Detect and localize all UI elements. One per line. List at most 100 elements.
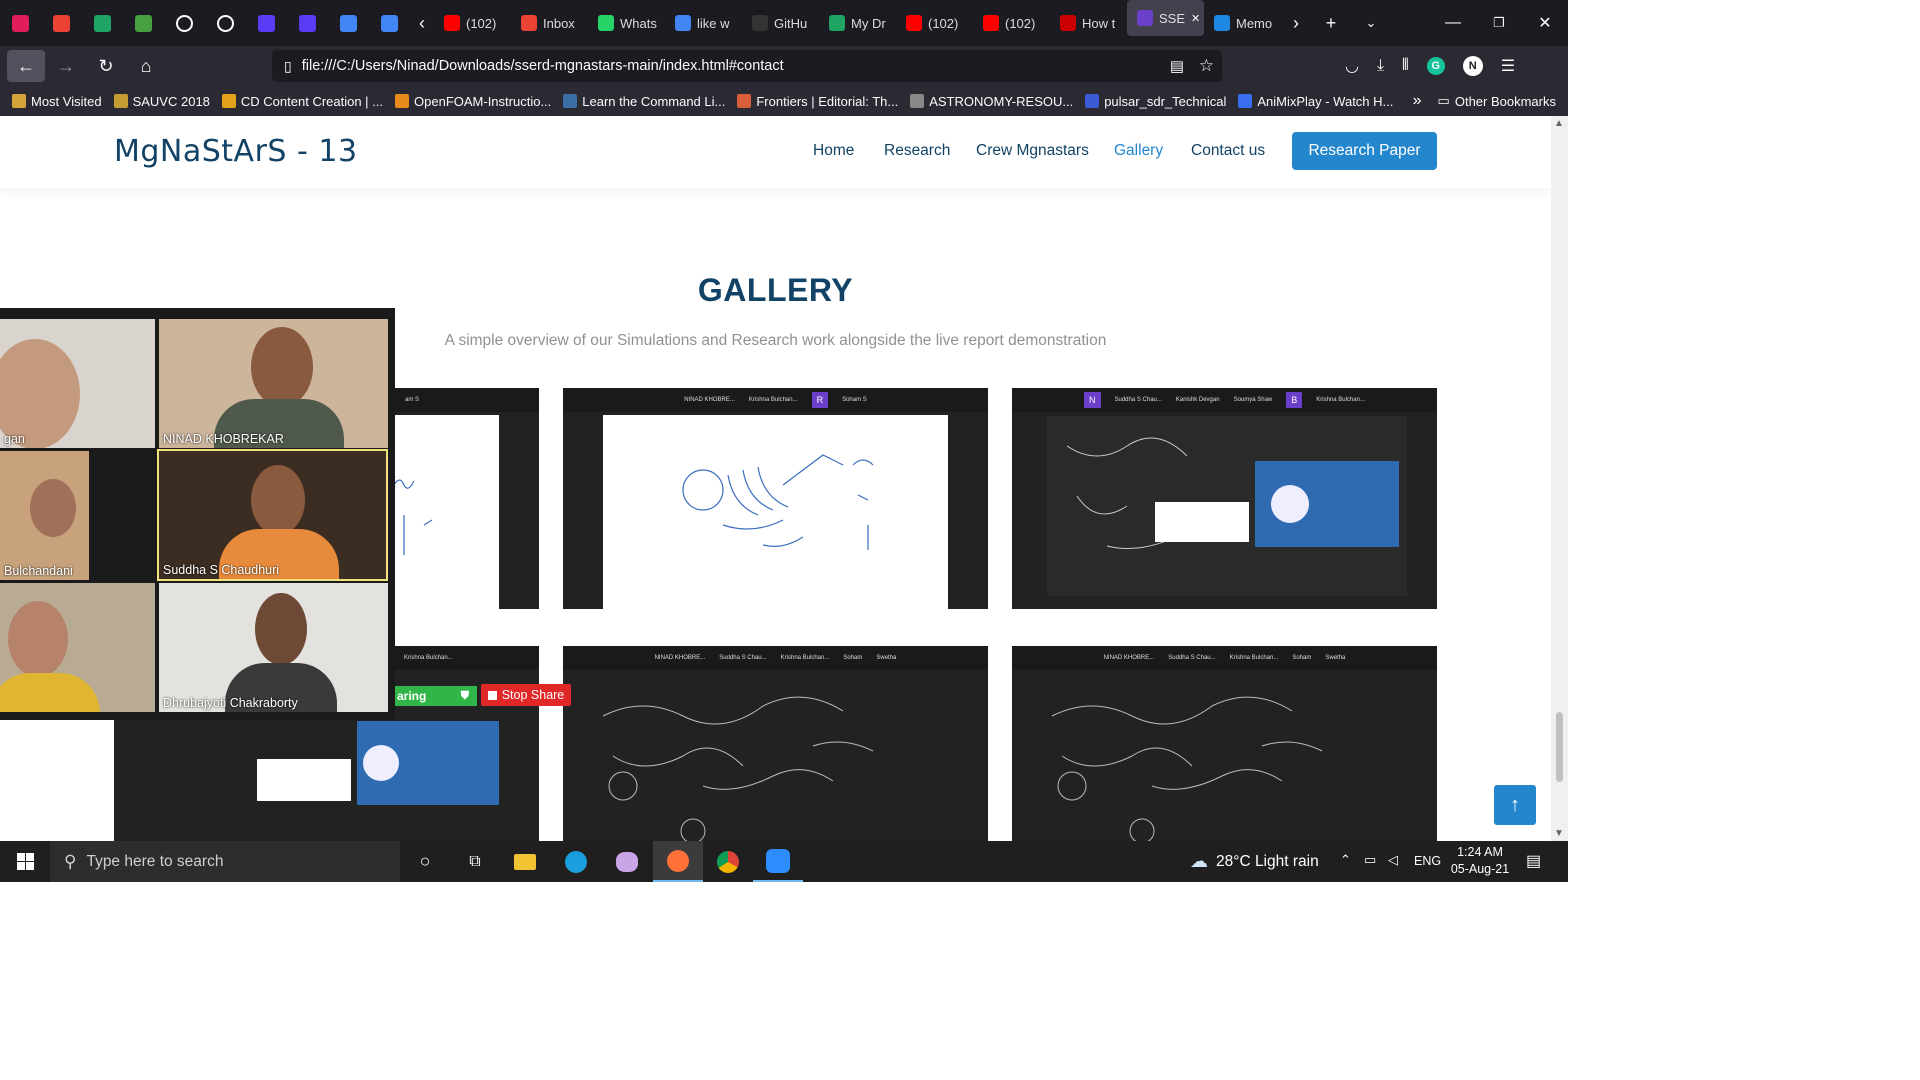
other-bookmarks[interactable]: ▭ Other Bookmarks xyxy=(1432,93,1562,109)
taskbar-search-box[interactable]: ⚲ Type here to search xyxy=(50,841,400,882)
pocket-icon[interactable]: ◡ xyxy=(1345,56,1359,76)
browser-tab[interactable]: Memo xyxy=(1204,0,1281,46)
back-button[interactable]: ← xyxy=(7,50,45,82)
shield-icon: ⛊ xyxy=(460,689,469,702)
video-tile: Dhrubajyoti Chakraborty xyxy=(159,583,388,712)
nav-crew[interactable]: Crew Mgnastars xyxy=(976,142,1089,160)
scrollbar-thumb[interactable] xyxy=(1556,712,1563,782)
weather-text: 28°C Light rain xyxy=(1216,852,1319,870)
bookmark-item[interactable]: OpenFOAM-Instructio... xyxy=(389,94,557,109)
navigation-toolbar: ← → ↻ ⌂ ▯ file:///C:/Users/Ninad/Downloa… xyxy=(0,46,1568,86)
windows-start-icon[interactable] xyxy=(0,841,50,882)
close-tab-icon[interactable]: ✕ xyxy=(1191,12,1200,25)
bookmark-item[interactable]: pulsar_sdr_Technical xyxy=(1079,94,1232,109)
browser-tab[interactable]: SSE ✕ xyxy=(1127,0,1204,36)
pinned-tab[interactable] xyxy=(205,0,246,46)
url-bar[interactable]: ▯ file:///C:/Users/Ninad/Downloads/sserd… xyxy=(272,50,1222,82)
forward-button[interactable]: → xyxy=(47,50,85,82)
browser-tab[interactable]: How t xyxy=(1050,0,1127,46)
restore-icon[interactable]: ❐ xyxy=(1476,0,1522,46)
zoom-video-panel[interactable]: gan NINAD KHOBREKAR Bulchandani Suddha S… xyxy=(0,308,395,720)
scroll-tabs-left-icon[interactable]: ‹ xyxy=(410,0,434,46)
search-placeholder: Type here to search xyxy=(86,852,224,870)
language-indicator[interactable]: ENG xyxy=(1414,854,1441,868)
volume-icon[interactable]: ◁ xyxy=(1388,852,1398,868)
pinned-tab[interactable] xyxy=(41,0,82,46)
paint-icon[interactable] xyxy=(602,841,652,882)
page-scrollbar[interactable]: ▲ ▼ xyxy=(1551,116,1568,841)
pinned-tab[interactable] xyxy=(369,0,410,46)
bookmark-item[interactable]: Most Visited xyxy=(6,94,108,109)
gallery-image-3[interactable]: N Suddha S Chau... Kanishk Devgan Soumya Sh… xyxy=(1012,388,1437,609)
bookmark-item[interactable]: AniMixPlay - Watch H... xyxy=(1232,94,1399,109)
task-view-icon[interactable]: ⧉ xyxy=(450,841,500,882)
stop-share-button[interactable]: Stop Share xyxy=(481,684,571,706)
menu-icon[interactable]: ☰ xyxy=(1501,56,1515,76)
pinned-tab[interactable] xyxy=(0,0,41,46)
firefox-icon[interactable] xyxy=(653,841,703,882)
browser-tab[interactable]: My Dr xyxy=(819,0,896,46)
scroll-tabs-right-icon[interactable]: › xyxy=(1281,0,1311,46)
site-logo[interactable]: MgNaStArS - 13 xyxy=(114,134,358,169)
clock-date: 05-Aug-21 xyxy=(1450,862,1510,876)
edge-icon[interactable] xyxy=(551,841,601,882)
nav-research[interactable]: Research xyxy=(884,142,950,160)
close-window-icon[interactable]: ✕ xyxy=(1522,0,1568,46)
pinned-tab[interactable] xyxy=(328,0,369,46)
github-icon xyxy=(176,14,193,32)
file-explorer-icon[interactable] xyxy=(500,841,550,882)
nav-contact[interactable]: Contact us xyxy=(1191,142,1265,160)
bookmark-favicon-icon xyxy=(113,94,128,108)
clock[interactable]: 1:24 AM 05-Aug-21 xyxy=(1448,844,1512,878)
bookmark-star-icon[interactable]: ☆ xyxy=(1199,56,1214,76)
gallery-image-6[interactable]: NINAD KHOBRE... Suddha S Chau... Krishna B… xyxy=(1012,646,1437,841)
grammarly-icon[interactable]: G xyxy=(1426,57,1445,75)
back-to-top-button[interactable]: ↑ xyxy=(1494,785,1536,825)
browser-tab[interactable]: (102) xyxy=(896,0,973,46)
more-bookmarks-icon[interactable]: » xyxy=(1413,92,1422,110)
browser-tab[interactable]: Whats xyxy=(588,0,665,46)
research-paper-button[interactable]: Research Paper xyxy=(1292,132,1437,170)
pinned-tab[interactable] xyxy=(287,0,328,46)
library-icon[interactable]: ⫴ xyxy=(1402,57,1409,75)
notifications-icon[interactable]: ▤ xyxy=(1526,851,1541,871)
reload-icon[interactable]: ↻ xyxy=(87,50,125,82)
cortana-icon[interactable]: ○ xyxy=(400,841,450,882)
bookmark-item[interactable]: SAUVC 2018 xyxy=(108,94,216,109)
video-icon xyxy=(1060,15,1076,31)
chrome-icon[interactable] xyxy=(703,841,753,882)
zoom-app-icon[interactable] xyxy=(753,841,803,882)
network-icon[interactable]: ▭ xyxy=(1364,852,1376,868)
home-icon[interactable]: ⌂ xyxy=(127,50,165,82)
new-tab-button[interactable]: + xyxy=(1311,0,1351,46)
browser-tab[interactable]: Inbox xyxy=(511,0,588,46)
gallery-image-5[interactable]: NINAD KHOBRE... Suddha S Chau... Krishna B… xyxy=(563,646,988,841)
pinned-tab[interactable] xyxy=(123,0,164,46)
reader-view-icon[interactable]: ▤ xyxy=(1170,57,1184,75)
browser-tab[interactable]: (102) xyxy=(434,0,511,46)
pinned-tab[interactable] xyxy=(164,0,205,46)
downloads-icon[interactable]: ⤓ xyxy=(1377,57,1384,75)
browser-tab[interactable]: (102) xyxy=(973,0,1050,46)
thumb-participant-name: NINAD KHOBRE... xyxy=(684,397,735,403)
pinned-tab[interactable] xyxy=(246,0,287,46)
bookmark-item[interactable]: ASTRONOMY-RESOU... xyxy=(904,94,1079,109)
browser-tab[interactable]: like w xyxy=(665,0,742,46)
gallery-image-2[interactable]: NINAD KHOBRE... Krishna Bulchan... R Soham … xyxy=(563,388,988,609)
thumb-participant-name: Krishna Bulchan... xyxy=(748,397,798,403)
minimize-icon[interactable]: — xyxy=(1430,0,1476,46)
bookmark-favicon-icon xyxy=(563,94,578,108)
scroll-down-icon[interactable]: ▼ xyxy=(1554,828,1564,839)
browser-tab[interactable]: GitHu xyxy=(742,0,819,46)
bookmark-item[interactable]: Learn the Command Li... xyxy=(557,94,731,109)
pinned-tab[interactable] xyxy=(82,0,123,46)
show-hidden-icons[interactable]: ⌃ xyxy=(1340,852,1351,868)
bookmark-item[interactable]: CD Content Creation | ... xyxy=(216,94,389,109)
nav-home[interactable]: Home xyxy=(813,142,854,160)
bookmark-item[interactable]: Frontiers | Editorial: Th... xyxy=(731,94,904,109)
account-icon[interactable]: N xyxy=(1462,56,1483,76)
scroll-up-icon[interactable]: ▲ xyxy=(1554,118,1564,129)
nav-gallery[interactable]: Gallery xyxy=(1114,142,1163,160)
weather-widget[interactable]: ☁ 28°C Light rain xyxy=(1190,841,1319,882)
list-all-tabs-icon[interactable]: ⌄ xyxy=(1351,0,1391,46)
